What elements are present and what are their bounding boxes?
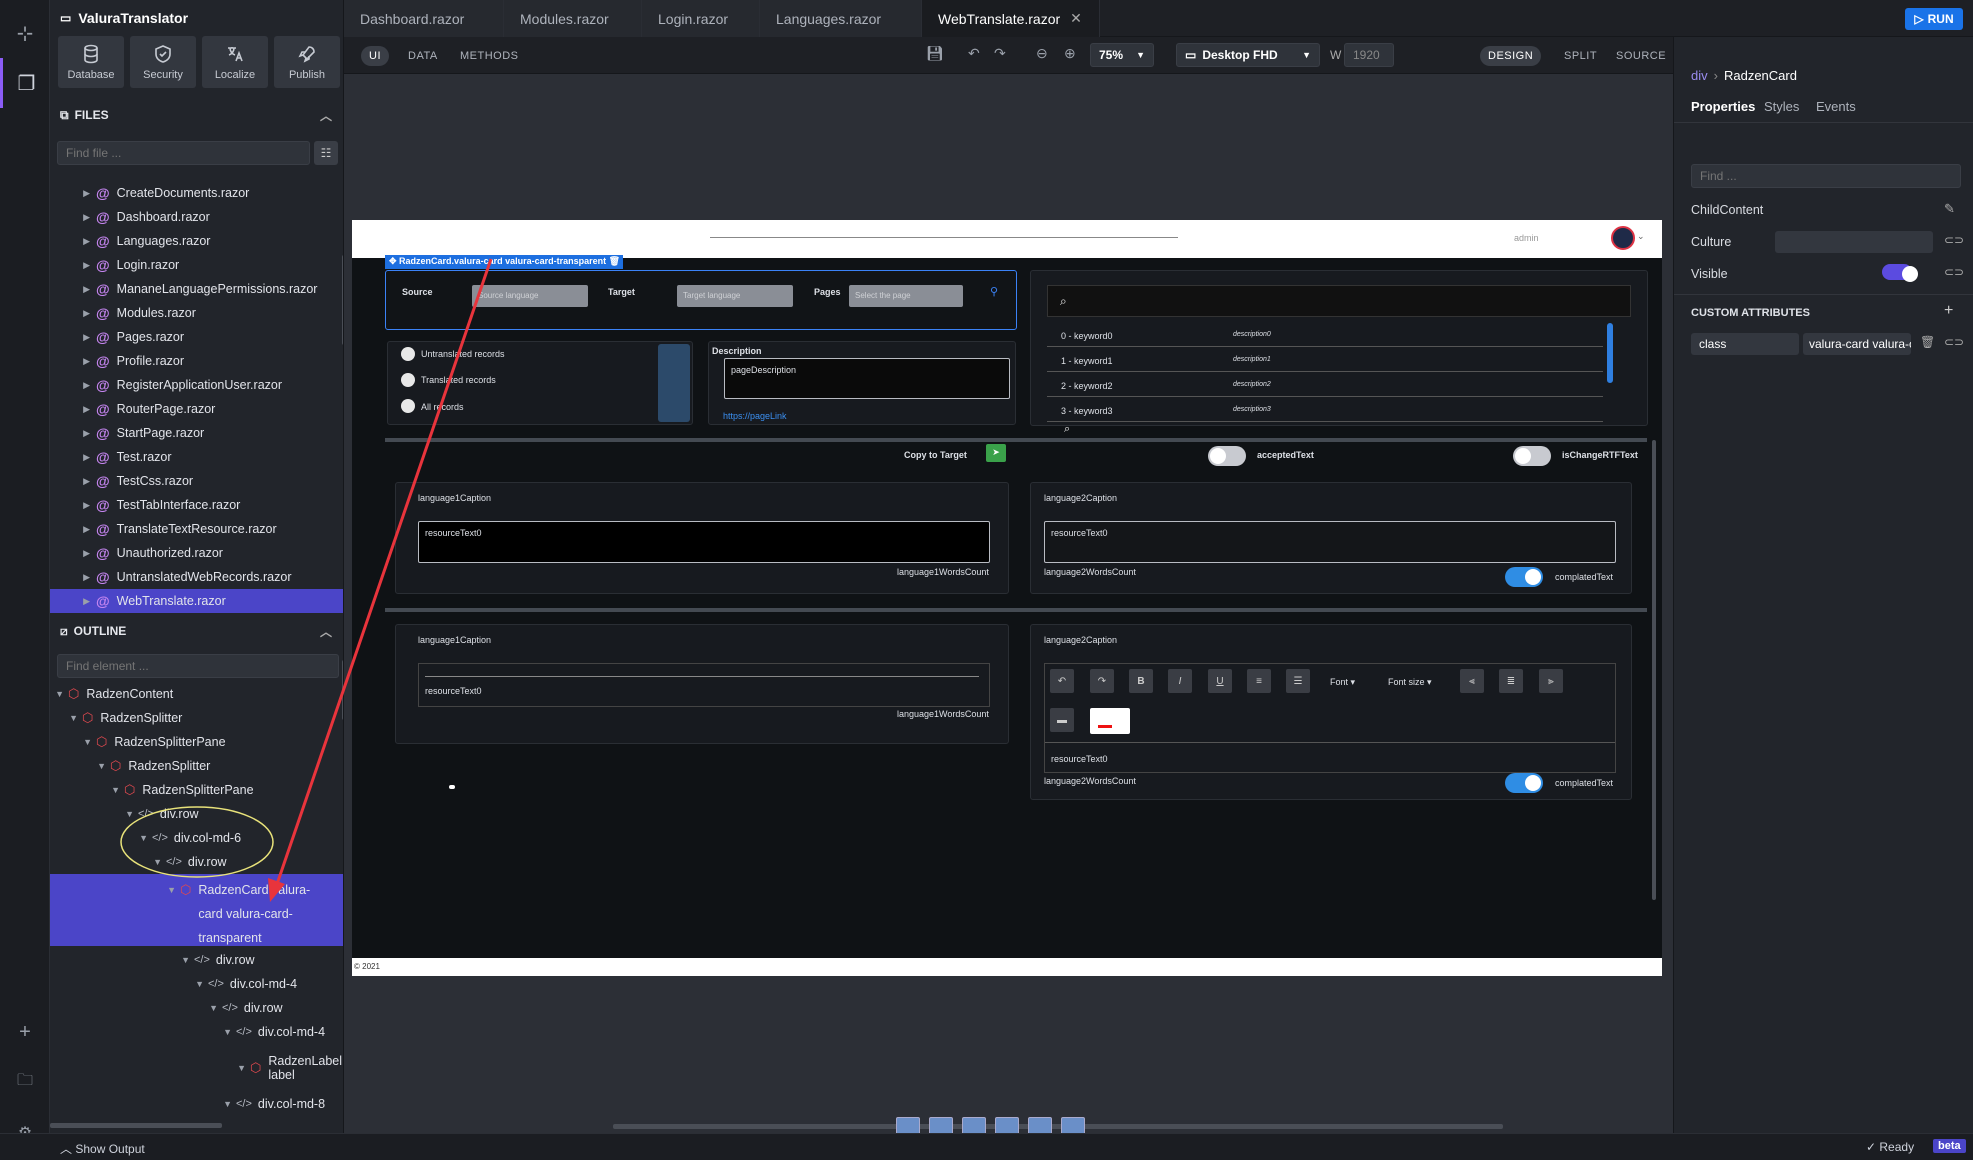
- annotation-overlay: [120, 258, 493, 902]
- arrow-head: [268, 878, 285, 902]
- annotation-arrow: [273, 258, 493, 891]
- highlight-ellipse: [120, 806, 274, 878]
- app-root: ⊹ ❐ + 🗀 ⚙ ▭ValuraTranslator Database Sec…: [0, 0, 1973, 1160]
